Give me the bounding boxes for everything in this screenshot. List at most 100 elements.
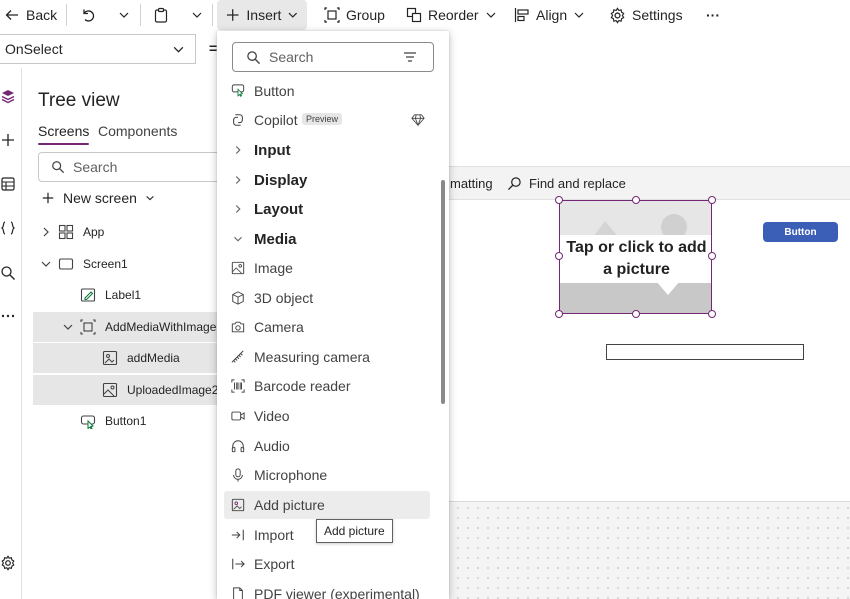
search-placeholder: Search — [269, 49, 314, 65]
resize-handle[interactable] — [708, 196, 716, 204]
search-icon — [247, 50, 261, 64]
insert-item-image[interactable]: Image — [224, 254, 430, 282]
back-arrow-icon — [5, 10, 18, 20]
canvas-button[interactable]: Button — [763, 222, 838, 242]
group-icon — [324, 7, 340, 23]
resize-handle[interactable] — [708, 252, 716, 260]
chevron-down-icon — [173, 46, 184, 53]
group-button[interactable]: Group — [324, 0, 385, 30]
tab-components[interactable]: Components — [98, 123, 177, 139]
insert-search-input[interactable]: Search — [232, 42, 434, 72]
tree-node-app[interactable]: App — [33, 217, 223, 247]
insert-item-camera[interactable]: Camera — [224, 313, 430, 341]
add-media-icon — [102, 350, 118, 366]
insert-category-display[interactable]: Display — [224, 166, 430, 194]
insert-item-pdf-viewer[interactable]: PDF viewer (experimental) — [224, 580, 430, 599]
add-picture-icon — [231, 498, 245, 512]
import-icon — [231, 529, 244, 541]
tree-search-input[interactable]: Search — [38, 152, 238, 182]
back-button[interactable]: Back — [4, 0, 57, 30]
layers-icon[interactable] — [0, 88, 16, 104]
resize-handle[interactable] — [555, 310, 563, 318]
database-icon[interactable] — [0, 176, 16, 192]
group-label: Group — [346, 7, 385, 23]
camera-icon — [231, 321, 245, 333]
more-icon[interactable] — [0, 308, 16, 324]
paste-dropdown-button[interactable] — [191, 0, 203, 30]
align-button[interactable]: Align — [514, 0, 585, 30]
cube-icon — [232, 291, 244, 305]
reorder-icon — [406, 7, 422, 23]
screen-icon — [58, 258, 74, 270]
undo-button[interactable] — [80, 0, 96, 30]
item-label: Image — [254, 260, 293, 276]
plus-icon — [42, 192, 54, 204]
item-label: Export — [254, 556, 295, 572]
image-icon — [102, 382, 118, 398]
resize-handle[interactable] — [555, 196, 563, 204]
formatting-button[interactable]: matting — [450, 176, 493, 191]
tree-node-label1[interactable]: Label1 — [33, 280, 223, 310]
flyout-scrollbar[interactable] — [441, 180, 445, 404]
tree-node-uploadedimage2[interactable]: UploadedImage2 — [33, 375, 223, 405]
insert-button[interactable]: Insert — [217, 0, 307, 30]
resize-handle[interactable] — [632, 310, 640, 318]
search-icon[interactable] — [0, 265, 16, 281]
category-label: Display — [254, 171, 308, 189]
gear-icon[interactable] — [0, 555, 16, 571]
chevron-right-icon — [235, 205, 241, 213]
tree-node-screen1[interactable]: Screen1 — [33, 249, 223, 279]
variables-icon[interactable] — [0, 220, 16, 236]
chevron-down-icon — [146, 195, 154, 201]
item-label: Camera — [254, 319, 304, 335]
insert-item-video[interactable]: Video — [224, 402, 430, 430]
insert-item-audio[interactable]: Audio — [224, 432, 430, 460]
resize-handle[interactable] — [632, 196, 640, 204]
insert-item-barcode-reader[interactable]: Barcode reader — [224, 372, 430, 400]
reorder-button[interactable]: Reorder — [406, 0, 497, 30]
canvas-text-input[interactable] — [606, 344, 804, 360]
insert-category-layout[interactable]: Layout — [224, 195, 430, 223]
filter-icon[interactable] — [403, 51, 417, 63]
tree-node-addmediawithimage2[interactable]: AddMediaWithImage2 — [33, 312, 223, 342]
insert-category-input[interactable]: Input — [224, 136, 430, 164]
resize-handle[interactable] — [708, 310, 716, 318]
add-media-text: Tap or click to add a picture — [560, 235, 711, 283]
insert-item-measuring-camera[interactable]: Measuring camera — [224, 343, 430, 371]
copilot-icon — [233, 114, 243, 126]
divider — [212, 4, 213, 26]
property-dropdown[interactable]: OnSelect — [0, 34, 196, 64]
insert-item-copilot[interactable]: Copilot Preview — [224, 106, 430, 134]
chevron-down-icon[interactable] — [40, 258, 52, 270]
undo-dropdown-button[interactable] — [118, 0, 130, 30]
settings-button[interactable]: Settings — [609, 0, 683, 30]
insert-item-button[interactable]: Button — [224, 77, 430, 105]
chevron-down-icon — [119, 12, 129, 18]
panel-title: Tree view — [38, 90, 120, 111]
chevron-down-icon[interactable] — [62, 321, 74, 333]
add-media-control[interactable]: Tap or click to add a picture — [559, 200, 712, 314]
insert-category-media[interactable]: Media — [224, 225, 430, 253]
pdf-icon — [233, 587, 243, 599]
plus-icon[interactable] — [0, 132, 16, 148]
paste-button[interactable] — [153, 0, 169, 30]
tab-screens[interactable]: Screens — [38, 123, 90, 145]
insert-item-3d-object[interactable]: 3D object — [224, 284, 430, 312]
tree-node-button1[interactable]: Button1 — [33, 406, 223, 436]
chevron-down-icon — [234, 236, 242, 242]
search-placeholder: Search — [73, 159, 118, 175]
insert-item-microphone[interactable]: Microphone — [224, 461, 430, 489]
chevron-right-icon[interactable] — [40, 226, 52, 238]
insert-item-export[interactable]: Export — [224, 550, 430, 578]
resize-handle[interactable] — [555, 252, 563, 260]
image-icon — [231, 261, 245, 275]
tree-node-addmedia[interactable]: addMedia — [33, 343, 223, 373]
insert-item-add-picture[interactable]: Add picture — [224, 491, 430, 519]
item-label: 3D object — [254, 290, 314, 306]
find-and-replace-button[interactable]: Find and replace — [507, 173, 626, 193]
label-icon — [80, 288, 96, 302]
more-button[interactable]: ··· — [706, 0, 720, 30]
insert-flyout: Search Button Copilot Preview Input Disp… — [217, 31, 449, 599]
new-screen-button[interactable]: New screen — [41, 188, 155, 208]
export-icon — [232, 558, 245, 570]
